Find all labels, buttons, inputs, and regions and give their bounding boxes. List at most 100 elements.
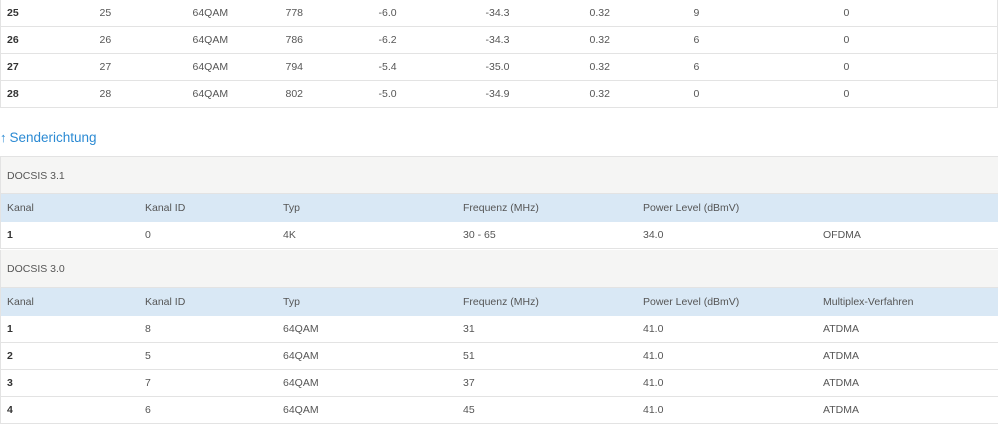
docsis30-title: DOCSIS 3.0 [1, 250, 998, 288]
column-header: Power Level (dBmV) [637, 194, 817, 222]
table-cell: 0 [837, 53, 998, 81]
column-header: Kanal [1, 288, 139, 316]
upstream-heading: ↑ Senderichtung [0, 128, 97, 148]
table-row: 1 8 64QAM 31 41.0 ATDMA [1, 316, 998, 343]
docsis31-header-row: Kanal Kanal ID Typ Frequenz (MHz) Power Leve… [1, 194, 998, 222]
table-cell: 0 [687, 80, 838, 108]
downstream-table: 25 25 64QAM 778 -6.0 -34.3 0.32 9 0 26 26 64QAM 786-… [0, 0, 998, 108]
table-cell: 5 [139, 342, 277, 370]
docsis31-table: Kanal Kanal ID Typ Frequenz (MHz) Power Leve… [1, 194, 998, 249]
table-row: 3 7 64QAM 37 41.0 ATDMA [1, 369, 998, 397]
table-cell: 9 [687, 0, 838, 27]
table-cell: 30 - 65 [457, 222, 637, 249]
table-cell: 0.32 [583, 80, 688, 108]
table-cell: 64QAM [277, 342, 457, 370]
table-cell: 802 [279, 80, 373, 108]
table-cell: 0 [837, 26, 998, 54]
column-header: Kanal ID [139, 288, 277, 316]
table-cell: 0.32 [583, 26, 688, 54]
table-cell: 0 [837, 80, 998, 108]
table-cell: 41.0 [637, 369, 817, 397]
docsis30-header-row: Kanal Kanal ID Typ Frequenz (MHz) Power Leve… [1, 288, 998, 316]
table-cell: 6 [687, 53, 838, 81]
table-row: 1 0 4K 30 - 65 34.0 OFDMA [1, 222, 998, 249]
table-cell: 27 [93, 53, 187, 81]
table-cell: 45 [457, 396, 637, 424]
upstream-heading-label: Senderichtung [9, 130, 97, 145]
table-cell: -5.4 [372, 53, 480, 81]
table-cell: 28 [93, 80, 187, 108]
table-cell: 28 [0, 80, 94, 108]
table-cell: ATDMA [817, 316, 998, 343]
column-header: Frequenz (MHz) [457, 288, 637, 316]
table-cell: -6.2 [372, 26, 480, 54]
table-cell: 64QAM [277, 316, 457, 343]
table-cell: 0 [837, 0, 998, 27]
table-row: 4 6 64QAM 45 41.0 ATDMA [1, 396, 998, 424]
table-cell: 27 [0, 53, 94, 81]
page: 25 25 64QAM 778 -6.0 -34.3 0.32 9 0 26 26 64QAM 786-… [0, 0, 998, 428]
table-cell: -34.3 [479, 0, 584, 27]
table-cell: 41.0 [637, 316, 817, 343]
table-row: 2 5 64QAM 51 41.0 ATDMA [1, 342, 998, 370]
table-cell: 64QAM [186, 53, 280, 81]
docsis30-table: Kanal Kanal ID Typ Frequenz (MHz) Power Leve… [1, 288, 998, 424]
column-header: Frequenz (MHz) [457, 194, 637, 222]
table-cell: 64QAM [186, 0, 280, 27]
table-cell: 26 [93, 26, 187, 54]
column-header: Power Level (dBmV) [637, 288, 817, 316]
table-cell: 1 [1, 316, 139, 343]
column-header: Kanal [1, 194, 139, 222]
table-cell: ATDMA [817, 396, 998, 424]
table-cell: 51 [457, 342, 637, 370]
table-cell: 0.32 [583, 53, 688, 81]
column-header: Typ [277, 194, 457, 222]
table-cell: -35.0 [479, 53, 584, 81]
table-cell: 26 [0, 26, 94, 54]
table-cell: ATDMA [817, 342, 998, 370]
column-header: Kanal ID [139, 194, 277, 222]
table-row: 25 25 64QAM 778 -6.0 -34.3 0.32 9 0 [0, 0, 998, 27]
table-cell: 64QAM [277, 396, 457, 424]
table-cell: 8 [139, 316, 277, 343]
table-cell: -6.0 [372, 0, 480, 27]
table-cell: 786 [279, 26, 373, 54]
table-cell: OFDMA [817, 222, 998, 249]
docsis30-section: DOCSIS 3.0 Kanal Kanal ID Typ Frequenz (MHz… [0, 250, 998, 424]
table-cell: 25 [93, 0, 187, 27]
table-row: 28 28 64QAM 802 -5.0 -34.9 0.32 0 0 [0, 80, 998, 108]
table-cell: 794 [279, 53, 373, 81]
arrow-up-icon: ↑ [0, 130, 7, 145]
table-cell: ATDMA [817, 369, 998, 397]
table-cell: 34.0 [637, 222, 817, 249]
table-cell: -34.9 [479, 80, 584, 108]
table-cell: 64QAM [277, 369, 457, 397]
table-cell: 64QAM [186, 80, 280, 108]
table-cell: -5.0 [372, 80, 480, 108]
table-cell: 7 [139, 369, 277, 397]
table-cell: 6 [139, 396, 277, 424]
table-cell: 4K [277, 222, 457, 249]
table-cell: 1 [1, 222, 139, 249]
table-cell: 778 [279, 0, 373, 27]
table-row: 27 27 64QAM 794 -5.4 -35.0 0.32 6 0 [0, 53, 998, 81]
table-cell: 41.0 [637, 396, 817, 424]
table-cell: 2 [1, 342, 139, 370]
column-header: Multiplex-Verfahren [817, 288, 998, 316]
table-cell: 4 [1, 396, 139, 424]
table-row: 26 26 64QAM 786 -6.2 -34.3 0.32 6 0 [0, 26, 998, 54]
table-cell: 3 [1, 369, 139, 397]
table-cell: 25 [0, 0, 94, 27]
docsis31-title: DOCSIS 3.1 [1, 156, 998, 194]
table-cell: 0.32 [583, 0, 688, 27]
docsis31-section: DOCSIS 3.1 Kanal Kanal ID Typ Frequenz (MHz… [0, 156, 998, 249]
table-cell: 6 [687, 26, 838, 54]
column-header: Typ [277, 288, 457, 316]
table-cell: 37 [457, 369, 637, 397]
table-cell: 41.0 [637, 342, 817, 370]
table-cell: 0 [139, 222, 277, 249]
table-cell: 64QAM [186, 26, 280, 54]
table-cell: -34.3 [479, 26, 584, 54]
table-cell: 31 [457, 316, 637, 343]
column-header [817, 194, 998, 222]
